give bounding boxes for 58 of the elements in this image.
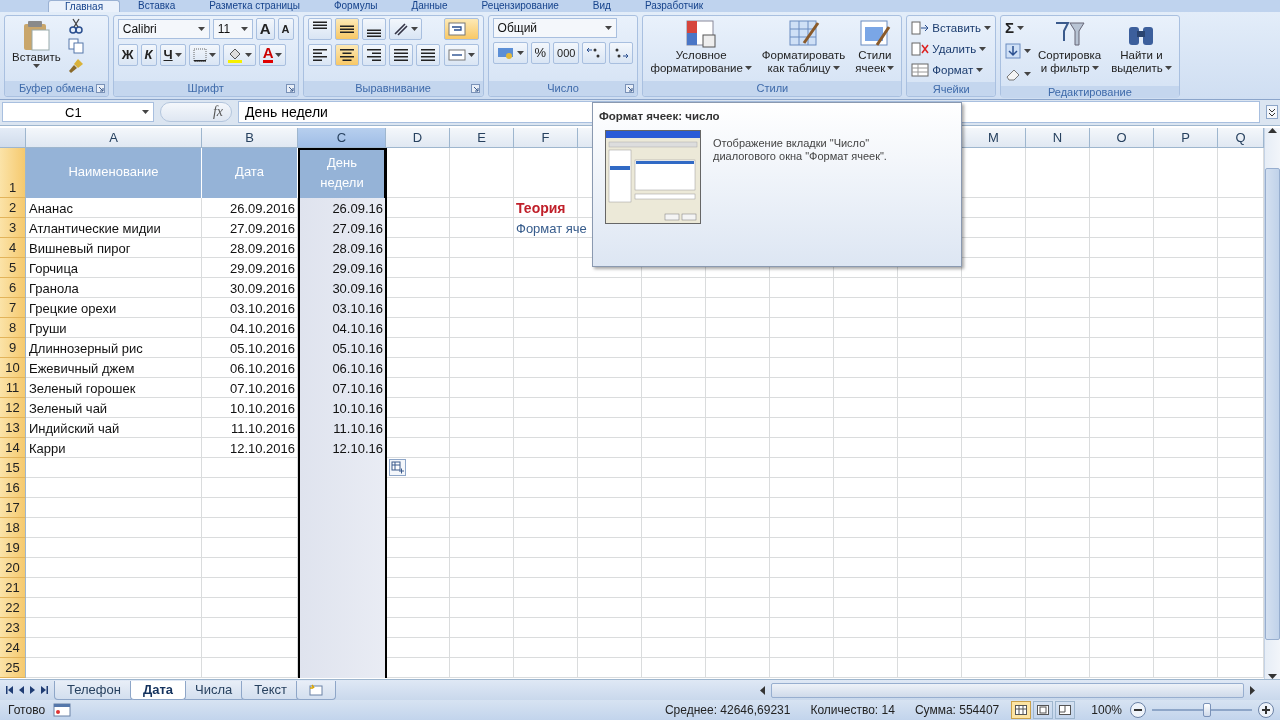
table-cell-text: 12.10.16 <box>331 439 384 458</box>
table-cell-text: 26.09.2016 <box>228 199 296 218</box>
table-cell-text: 10.10.16 <box>331 399 384 418</box>
table-cell-text: 30.09.2016 <box>228 279 296 298</box>
table-cell-text: 05.10.16 <box>331 339 384 358</box>
table-cell-text: Вишневый пирог <box>28 239 132 258</box>
table-cell-text: 27.09.2016 <box>228 219 296 238</box>
table-cell-text: 11.10.16 <box>332 419 384 438</box>
group-label: Выравнивание <box>355 82 431 95</box>
table-cell-text: 26.09.16 <box>331 199 384 218</box>
table-cell-text: Груши <box>28 319 68 338</box>
status-text: Готово <box>7 703 47 717</box>
table-cell-text: 29.09.16 <box>331 259 384 278</box>
group-label: Стили <box>756 82 789 95</box>
table-cell-text: Грецкие орехи <box>28 299 118 318</box>
table-cell-text: 06.10.2016 <box>228 359 296 378</box>
table-cell-text: 28.09.2016 <box>228 239 296 258</box>
cell-text: Формат яче <box>516 220 587 236</box>
table-cell-text: Горчица <box>28 259 80 278</box>
status-average: Среднее: 42646,69231 <box>663 703 792 717</box>
table-cell-text: 07.10.16 <box>331 379 384 398</box>
table-cell-text: Ежевичный джем <box>28 359 136 378</box>
tooltip-title: Формат ячеек: число <box>599 110 721 122</box>
table-cell-text: Карри <box>28 439 67 458</box>
status-sum: Сумма: 554407 <box>913 703 1001 717</box>
table-cell-text: 10.10.2016 <box>228 399 296 418</box>
table-cell-text: 12.10.2016 <box>228 439 296 458</box>
table-cell-text: 07.10.2016 <box>228 379 296 398</box>
table-cell-text: Индийский чай <box>28 419 121 438</box>
group-label: Число <box>547 82 579 95</box>
table-cell-text: 03.10.16 <box>331 299 384 318</box>
table-cell-text: Гранола <box>28 279 80 298</box>
table-cell-text: 05.10.2016 <box>228 339 296 358</box>
table-cell-text: 29.09.2016 <box>228 259 296 278</box>
header-cell: Наименование <box>26 147 202 198</box>
table-cell-text: 11.10.2016 <box>229 419 296 438</box>
group-label: Буфер обмена <box>19 82 94 95</box>
table-cell-text: Зеленый горошек <box>28 379 137 398</box>
header-cell: Дата <box>202 147 298 198</box>
table-cell-text: Ананас <box>28 199 74 218</box>
zoom-level: 100% <box>1090 703 1123 717</box>
table-cell-text: 30.09.16 <box>331 279 384 298</box>
status-count: Количество: 14 <box>809 703 896 717</box>
group-label: Ячейки <box>932 83 970 95</box>
table-cell-text: 03.10.2016 <box>228 299 296 318</box>
table-cell-text: 06.10.16 <box>331 359 384 378</box>
table-cell-text: 27.09.16 <box>331 219 384 238</box>
group-label: Редактирование <box>1047 86 1132 98</box>
table-cell-text: 28.09.16 <box>331 239 384 258</box>
table-cell-text: 04.10.16 <box>331 319 384 338</box>
header-cell: День недели <box>298 147 386 198</box>
tooltip-text: Отображение вкладки "Число" диалогового окна "Формат ячеек". <box>713 136 888 164</box>
cell-text: Теория <box>516 199 566 216</box>
table-cell-text: 04.10.2016 <box>228 319 296 338</box>
group-label: Шрифт <box>187 82 224 95</box>
table-cell-text: Длиннозерный рис <box>28 339 144 358</box>
table-cell-text: Атлантические мидии <box>28 219 162 238</box>
table-cell-text: Зеленый чай <box>28 399 109 418</box>
